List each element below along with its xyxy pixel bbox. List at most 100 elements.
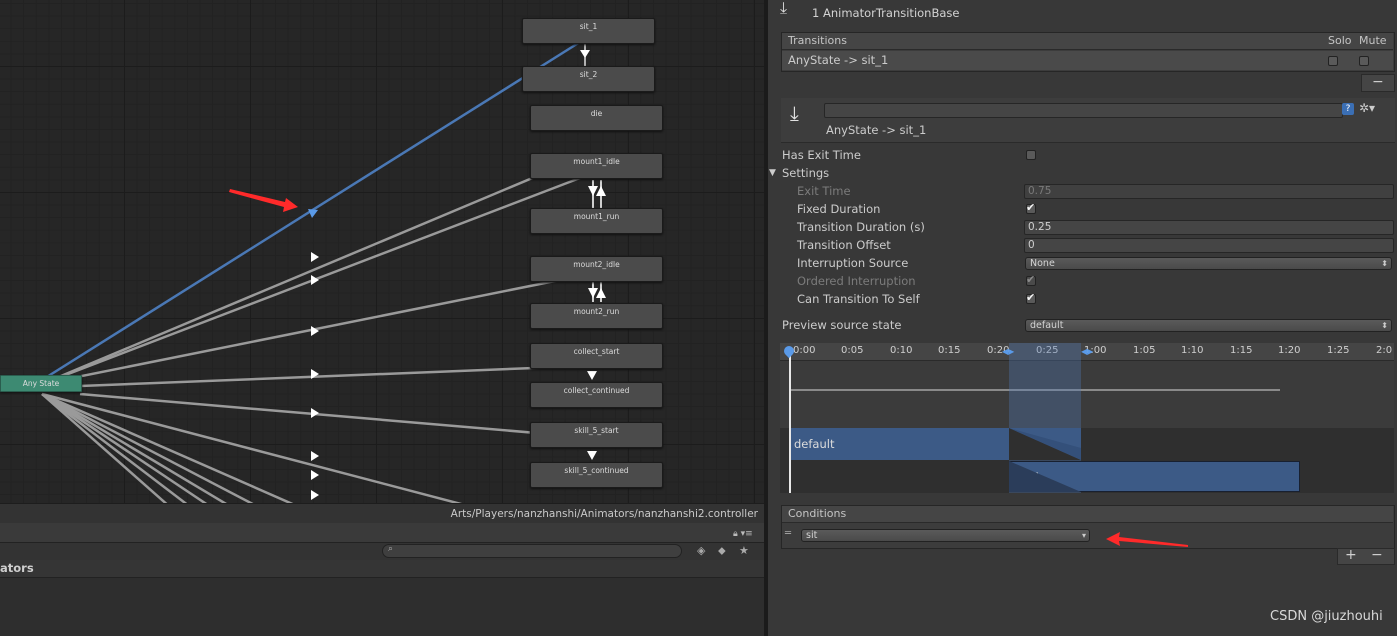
ordered-interruption-label: Ordered Interruption: [797, 274, 916, 288]
link-arrow: [588, 288, 598, 298]
transitions-list-header: Transitions Solo Mute: [782, 33, 1393, 50]
state-node-skill-5-start[interactable]: skill_5_start: [530, 422, 663, 448]
state-node-collect-continued[interactable]: collect_continued: [530, 382, 663, 408]
interruption-source-value: None: [1030, 258, 1055, 269]
state-node-sit-1[interactable]: sit_1: [522, 18, 655, 44]
interruption-source-dropdown[interactable]: None ⬍: [1025, 257, 1392, 270]
ruler-tick: 2:0: [1376, 345, 1393, 356]
link-arrow: [311, 470, 319, 480]
transition-duration-field[interactable]: 0.25: [1024, 220, 1394, 235]
conditions-title: Conditions: [788, 507, 847, 520]
state-graph-canvas[interactable]: Any State sit_1 sit_2 die mount1_idle mo…: [0, 0, 764, 503]
state-label: die: [590, 109, 603, 118]
link-arrow: [311, 490, 319, 500]
remove-condition-button[interactable]: −: [1371, 547, 1383, 563]
star-icon[interactable]: ★: [739, 544, 749, 557]
state-label: sit_1: [579, 22, 598, 31]
gear-icon[interactable]: ✲▾: [1359, 101, 1375, 115]
filter-icon[interactable]: ◈: [697, 544, 705, 557]
search-icon: ⌕: [388, 544, 394, 554]
transition-duration-value: 0.25: [1028, 221, 1052, 233]
minus-icon: −: [1372, 74, 1384, 90]
transition-offset-field[interactable]: 0: [1024, 238, 1394, 253]
state-label: mount2_idle: [573, 260, 620, 269]
settings-foldout[interactable]: Settings: [782, 165, 829, 181]
interruption-source-label: Interruption Source: [797, 256, 909, 270]
foldout-arrow-icon[interactable]: ▼: [769, 165, 776, 181]
project-panel-body: [0, 578, 764, 636]
solo-checkbox[interactable]: [1328, 56, 1338, 66]
link-arrow: [311, 252, 319, 262]
dropdown-arrow-icon: ▾: [1081, 531, 1086, 540]
transition-offset-label: Transition Offset: [797, 238, 891, 252]
transition-icon: ⤓: [780, 0, 788, 17]
state-node-mount2-run[interactable]: mount2_run: [530, 303, 663, 329]
mute-header: Mute: [1359, 34, 1387, 47]
fixed-duration-checkbox[interactable]: [1026, 201, 1036, 214]
link-arrow: [587, 371, 597, 380]
link-die: [41, 392, 463, 503]
link-arrow: [580, 50, 590, 58]
state-node-collect-start[interactable]: collect_start: [530, 343, 663, 369]
controller-path-bar: Arts/Players/nanzhanshi/Animators/nanzha…: [0, 503, 764, 523]
transition-item-label: AnyState -> sit_1: [788, 53, 889, 67]
transition-offset-value: 0: [1028, 239, 1035, 251]
state-node-mount1-idle[interactable]: mount1_idle: [530, 153, 663, 179]
ruler-tick: 0:05: [841, 345, 864, 356]
state-node-die[interactable]: die: [530, 105, 663, 131]
can-transition-to-self-checkbox[interactable]: [1026, 291, 1036, 304]
add-condition-button[interactable]: +: [1345, 547, 1357, 563]
link-arrow: [596, 288, 606, 298]
transition-list-item[interactable]: AnyState -> sit_1: [782, 51, 1393, 70]
drag-handle-icon[interactable]: ═: [785, 528, 791, 539]
lock-icon[interactable]: 🔒︎ ▾≡: [733, 529, 753, 539]
transition-end-handle[interactable]: ◀▶: [1081, 347, 1093, 356]
playhead-line[interactable]: [789, 352, 791, 493]
ruler-tick: 1:15: [1230, 345, 1253, 356]
search-input[interactable]: [382, 544, 682, 558]
state-node-sit-2[interactable]: sit_2: [522, 66, 655, 92]
has-exit-time-checkbox[interactable]: [1026, 150, 1036, 160]
label-icon[interactable]: ⬥: [718, 544, 726, 558]
link-collect-start: [79, 365, 561, 388]
remove-transition-button[interactable]: −: [1361, 74, 1395, 92]
conditions-header: Conditions: [782, 506, 1393, 523]
state-label: collect_start: [573, 347, 620, 356]
ruler-tick: 1:05: [1133, 345, 1156, 356]
link-arrow: [311, 451, 319, 461]
state-node-mount2-idle[interactable]: mount2_idle: [530, 256, 663, 282]
state-label: mount2_run: [573, 307, 620, 316]
any-state-node[interactable]: Any State: [0, 375, 82, 392]
transition-name-field[interactable]: [824, 103, 1343, 118]
link-a: [41, 392, 294, 503]
dropdown-arrow-icon: ⬍: [1381, 321, 1388, 330]
preview-source-dropdown[interactable]: default ⬍: [1025, 319, 1392, 332]
state-node-mount1-run[interactable]: mount1_run: [530, 208, 663, 234]
ruler-tick: 1:20: [1278, 345, 1301, 356]
preview-source-value: default: [1030, 320, 1064, 331]
transition-duration-label: Transition Duration (s): [797, 220, 925, 234]
lower-toolbar: [0, 523, 764, 542]
red-annotation-arrow: [1106, 532, 1188, 547]
transition-timeline[interactable]: 0:00 0:05 0:10 0:15 0:20 0:25 1:00 1:05 …: [780, 343, 1394, 493]
transition-start-handle[interactable]: ◀▶: [1002, 347, 1014, 356]
mute-checkbox[interactable]: [1359, 56, 1369, 66]
preview-source-label: Preview source state: [782, 318, 902, 332]
link-arrow: [311, 275, 319, 285]
help-icon[interactable]: ?: [1342, 103, 1354, 115]
dest-blend-wedge: [1009, 461, 1081, 492]
any-state-label: Any State: [22, 379, 60, 388]
has-exit-time-label: Has Exit Time: [782, 148, 861, 162]
exit-time-field: 0.75: [1024, 184, 1394, 199]
watermark: CSDN @jiuzhouhi: [1270, 609, 1383, 624]
panel-title-text: ators: [0, 561, 34, 575]
selected-link-arrow: [308, 209, 318, 218]
transition-blend-wedge: [1009, 428, 1081, 460]
ruler-tick: 1:25: [1327, 345, 1350, 356]
state-node-skill-5-continued[interactable]: skill_5_continued: [530, 462, 663, 488]
exit-time-value: 0.75: [1028, 185, 1052, 197]
ruler-tick: 1:10: [1181, 345, 1204, 356]
state-label: collect_continued: [563, 386, 630, 395]
condition-parameter-dropdown[interactable]: sit ▾: [801, 529, 1090, 542]
ruler-tick: 0:00: [793, 345, 816, 356]
